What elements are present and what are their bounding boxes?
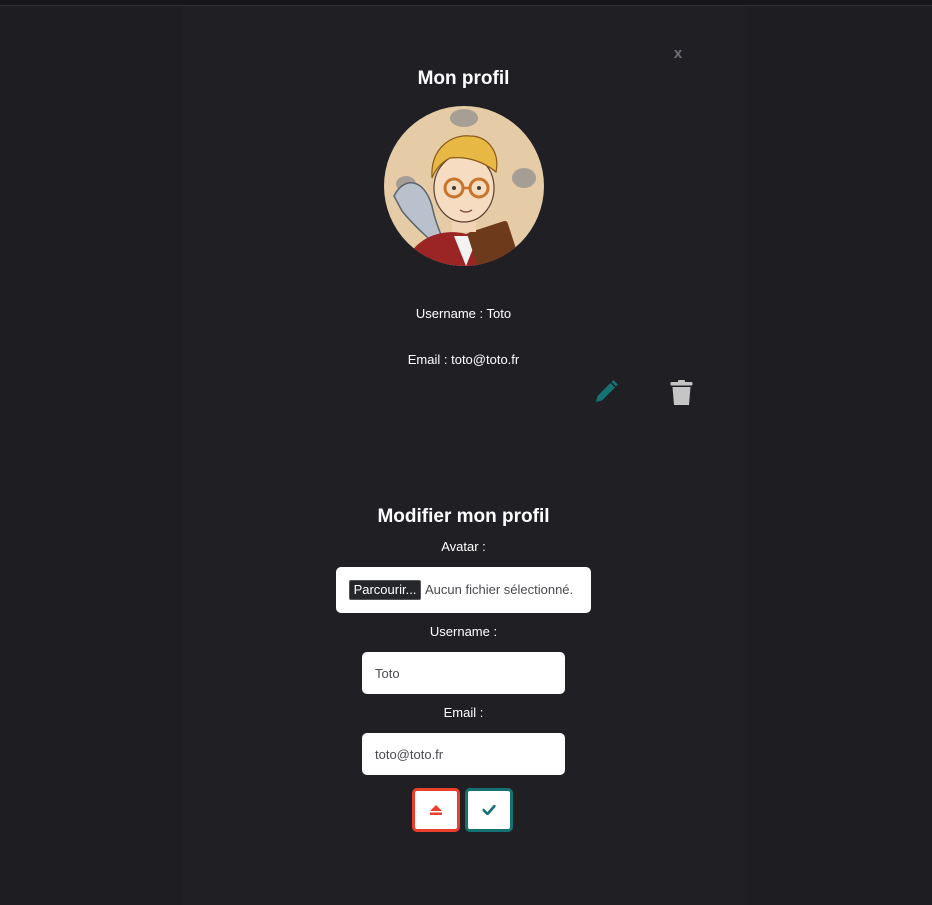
trash-icon [670, 380, 693, 405]
username-display: Username : Toto [415, 306, 512, 321]
delete-profile-button[interactable] [670, 379, 693, 411]
browse-button[interactable]: Parcourir... [349, 580, 421, 600]
username-input[interactable] [362, 652, 565, 694]
email-input[interactable] [362, 733, 565, 775]
email-display: Email : toto@toto.fr [407, 352, 520, 367]
avatar-image [384, 106, 544, 266]
no-file-text: Aucun fichier sélectionné. [425, 582, 574, 597]
pencil-icon [596, 380, 618, 402]
avatar [384, 106, 544, 266]
avatar-label: Avatar : [441, 539, 486, 554]
edit-profile-button[interactable] [593, 379, 619, 410]
avatar-file-input[interactable]: Parcourir... Aucun fichier sélectionné. [336, 567, 591, 613]
email-label: Email : [443, 705, 484, 720]
edit-form-title: Modifier mon profil [377, 506, 550, 527]
close-button[interactable]: x [669, 44, 687, 64]
username-label: Username : [429, 624, 498, 639]
profile-title: Mon profil [417, 68, 510, 89]
cancel-button[interactable] [412, 788, 460, 832]
eject-icon [430, 805, 442, 815]
check-icon [482, 805, 496, 815]
confirm-button[interactable] [465, 788, 513, 832]
